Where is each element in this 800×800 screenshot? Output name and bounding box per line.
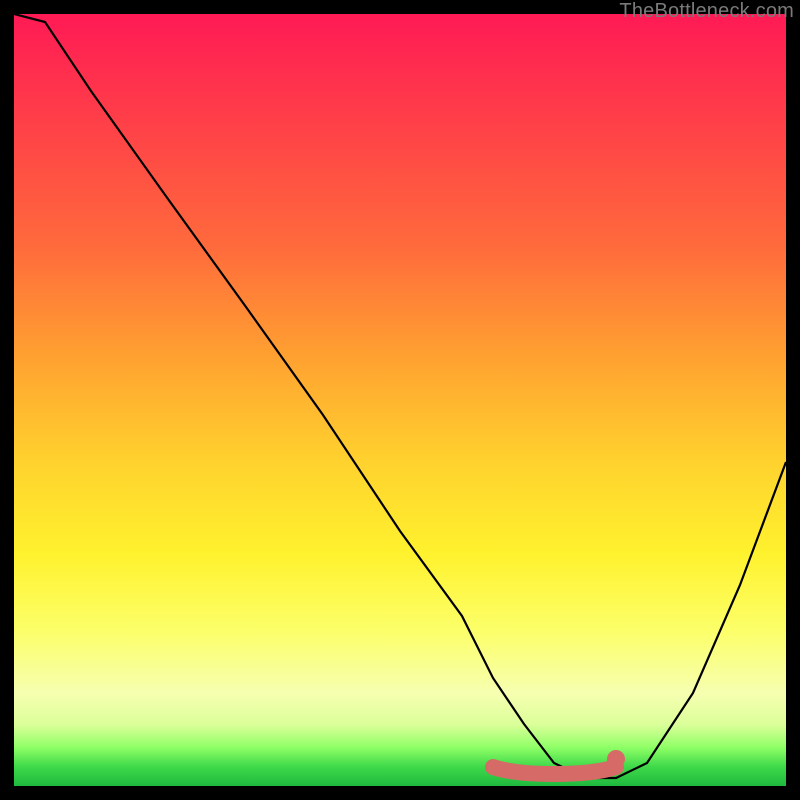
bottleneck-curve xyxy=(14,14,786,778)
watermark-text: TheBottleneck.com xyxy=(619,0,794,23)
plot-area xyxy=(14,14,786,786)
chart-frame: TheBottleneck.com xyxy=(0,0,800,800)
curve-svg xyxy=(14,14,786,786)
curve-marker xyxy=(607,750,625,768)
flat-region xyxy=(493,767,616,774)
